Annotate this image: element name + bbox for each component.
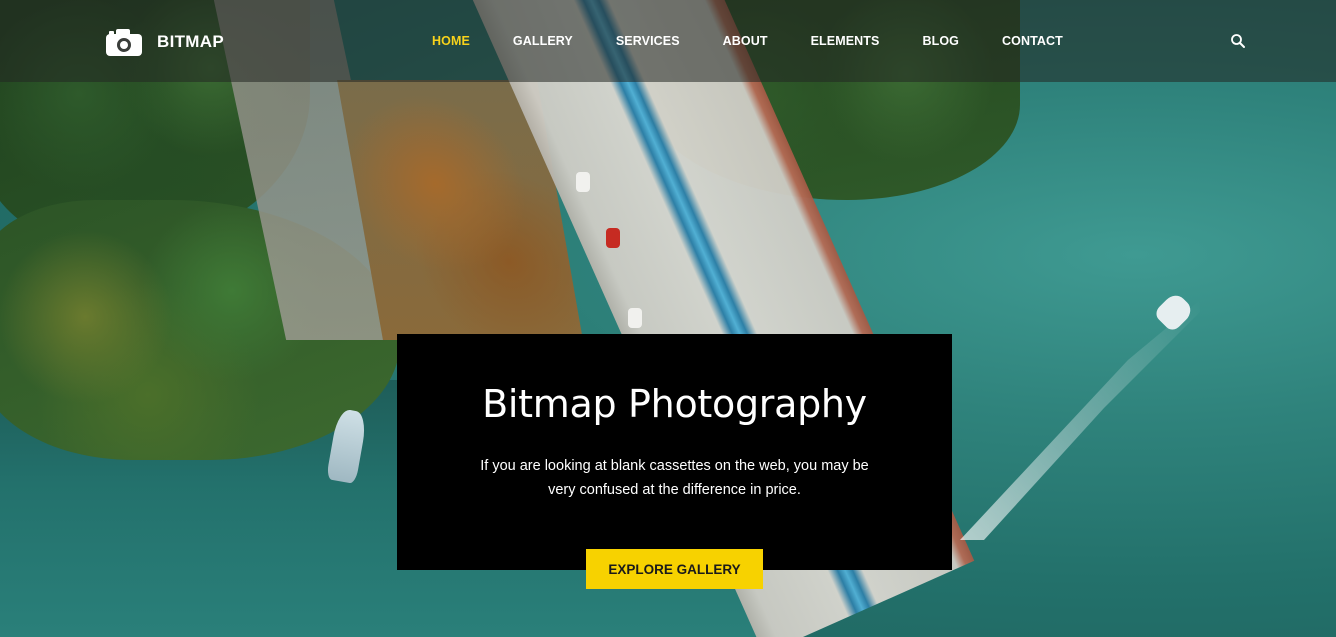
car <box>606 228 620 248</box>
nav-contact[interactable]: CONTACT <box>1002 34 1063 48</box>
nav-services[interactable]: SERVICES <box>616 34 680 48</box>
main-nav: HOME GALLERY SERVICES ABOUT ELEMENTS BLO… <box>432 0 1106 82</box>
camera-icon <box>105 27 143 57</box>
boat-wake <box>960 300 1200 540</box>
nav-gallery[interactable]: GALLERY <box>513 34 573 48</box>
explore-gallery-button[interactable]: EXPLORE GALLERY <box>586 549 763 589</box>
nav-elements[interactable]: ELEMENTS <box>811 34 880 48</box>
car <box>576 172 590 192</box>
hero-description-line: If you are looking at blank cassettes on… <box>480 458 869 474</box>
car <box>628 308 642 328</box>
hero-card: Bitmap Photography If you are looking at… <box>397 334 952 570</box>
brand-logo-link[interactable]: BITMAP <box>105 26 224 58</box>
navbar: BITMAP HOME GALLERY SERVICES ABOUT ELEME… <box>0 0 1336 82</box>
boat <box>1152 290 1196 334</box>
search-icon[interactable] <box>1230 33 1246 49</box>
hero-description-line: very confused at the difference in price… <box>548 482 801 498</box>
nav-blog[interactable]: BLOG <box>923 34 960 48</box>
hero-description: If you are looking at blank cassettes on… <box>457 454 892 502</box>
hero-title: Bitmap Photography <box>482 382 867 426</box>
nav-about[interactable]: ABOUT <box>723 34 768 48</box>
nav-home[interactable]: HOME <box>432 34 470 48</box>
brand-name: BITMAP <box>157 32 224 51</box>
